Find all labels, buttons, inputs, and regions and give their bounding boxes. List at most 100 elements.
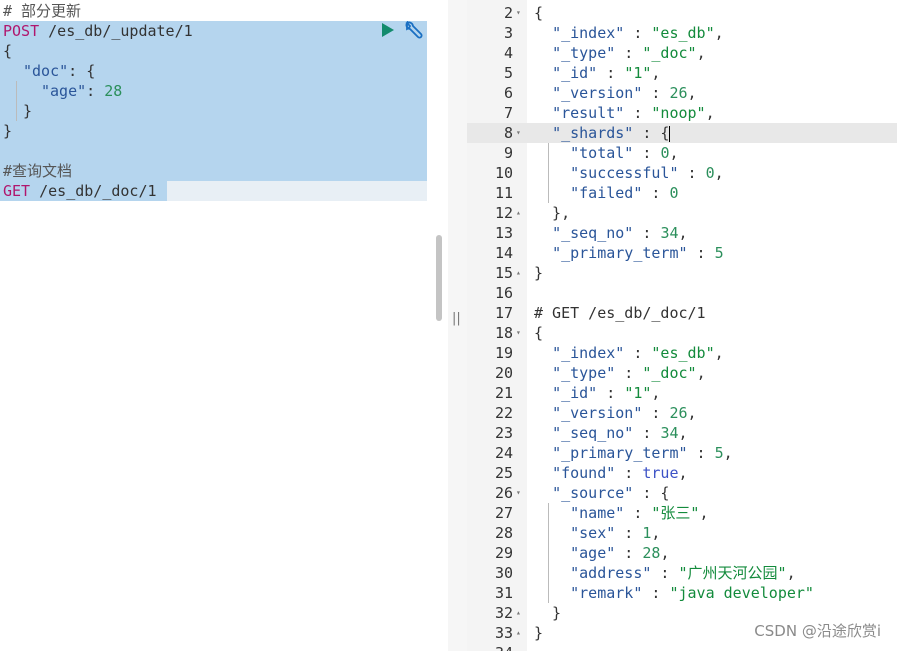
scrollbar[interactable] (436, 235, 442, 321)
code-line: "age": 28 (41, 81, 122, 101)
fold-collapse-icon[interactable]: ▾ (516, 323, 521, 343)
response-line: 25 "found" : true, (467, 463, 897, 483)
line-number: 25 (494, 464, 513, 482)
code-text: { (534, 324, 544, 342)
code-text: } (534, 264, 544, 282)
response-line: 6 "_version" : 26, (467, 83, 897, 103)
code-text: "total" : 0, (570, 144, 679, 162)
line-number: 9 (503, 144, 513, 162)
line-number: 24 (494, 444, 513, 462)
code-text: } (534, 604, 562, 622)
comment-line: #查询文档 (3, 162, 73, 180)
code-text: "remark" : "java developer" (570, 584, 814, 602)
json-punct: : { (68, 62, 96, 80)
request-line-post[interactable]: POST /es_db/_update/1 (3, 21, 193, 41)
line-number: 3 (503, 24, 513, 42)
line-number: 17 (494, 304, 513, 322)
request-line-get[interactable]: GET /es_db/_doc/1 (3, 181, 157, 201)
line-number: 13 (494, 224, 513, 242)
code-text: "_version" : 26, (552, 404, 697, 422)
line-number: 29 (494, 544, 513, 562)
request-editor[interactable]: # 部分更新 POST /es_db/_update/1 { "doc": { … (0, 0, 446, 651)
code-line: "doc": { (23, 61, 95, 81)
code-line: } (3, 122, 13, 140)
code-text: "_type" : "_doc", (552, 364, 706, 382)
line-number: 14 (494, 244, 513, 262)
indent-guide (548, 503, 549, 603)
code-text: "_shards" : { (552, 124, 671, 142)
indent-guide (16, 81, 17, 121)
fold-collapse-icon[interactable]: ▾ (516, 123, 521, 143)
line-number: 11 (494, 184, 513, 202)
code-text: "failed" : 0 (570, 184, 679, 202)
response-line: 30 "address" : "广州天河公园", (467, 563, 897, 583)
response-line: 19 "_index" : "es_db", (467, 343, 897, 363)
line-number: 26 (494, 484, 513, 502)
line-number: 33 (494, 624, 513, 642)
resize-handle-icon[interactable]: || (452, 311, 461, 326)
response-line: 7 "result" : "noop", (467, 103, 897, 123)
line-number: 12 (494, 204, 513, 222)
response-line: 18 ▾ { (467, 323, 897, 343)
line-number: 2 (503, 4, 513, 22)
code-text: "_primary_term" : 5 (552, 244, 724, 262)
response-line: 10 "successful" : 0, (467, 163, 897, 183)
code-text: "sex" : 1, (570, 524, 661, 542)
fold-expand-icon[interactable]: ▴ (516, 623, 521, 643)
response-line: 22 "_version" : 26, (467, 403, 897, 423)
code-text: }, (534, 204, 571, 222)
response-line: 17 # GET /es_db/_doc/1 (467, 303, 897, 323)
fold-expand-icon[interactable]: ▴ (516, 263, 521, 283)
code-text: "result" : "noop", (552, 104, 715, 122)
response-line: 26 ▾ "_source" : { (467, 483, 897, 503)
response-line: 3 "_index" : "es_db", (467, 23, 897, 43)
json-number: 28 (104, 82, 123, 100)
response-line: 15 ▴} (467, 263, 897, 283)
code-text: "_id" : "1", (552, 384, 661, 402)
response-line: 2 ▾ { (467, 3, 897, 23)
comment-line: # 部分更新 (3, 2, 82, 20)
response-line: 12 ▴ }, (467, 203, 897, 223)
fold-expand-icon[interactable]: ▴ (516, 203, 521, 223)
line-number: 8 (503, 124, 513, 142)
response-line: 27 "name" : "张三", (467, 503, 897, 523)
line-number: 31 (494, 584, 513, 602)
code-text: "address" : "广州天河公园", (570, 564, 796, 582)
code-text: "_index" : "es_db", (552, 344, 724, 362)
fold-collapse-icon[interactable]: ▾ (516, 3, 521, 23)
response-line: 8 ▾ "_shards" : { (467, 123, 897, 143)
request-path: /es_db/_doc/1 (39, 182, 157, 200)
response-line: 5 "_id" : "1", (467, 63, 897, 83)
line-number: 27 (494, 504, 513, 522)
play-icon[interactable] (382, 23, 394, 37)
line-number: 22 (494, 404, 513, 422)
code-line: { (3, 42, 13, 60)
line-number: 4 (503, 44, 513, 62)
response-line: 31 "remark" : "java developer" (467, 583, 897, 603)
fold-expand-icon[interactable]: ▴ (516, 603, 521, 623)
code-text: "_index" : "es_db", (552, 24, 724, 42)
code-text: "_source" : { (552, 484, 670, 502)
code-text: } (534, 624, 544, 642)
code-line: } (23, 102, 33, 120)
request-path: /es_db/_update/1 (48, 22, 193, 40)
watermark: CSDN @沿途欣赏i (754, 622, 881, 640)
response-line: 13 "_seq_no" : 34, (467, 223, 897, 243)
response-viewer[interactable]: 2 ▾{3 "_index" : "es_db", 4 "_type" : "_do… (467, 0, 897, 651)
line-number: 20 (494, 364, 513, 382)
json-key: "doc" (23, 62, 69, 80)
line-number: 5 (503, 64, 513, 82)
response-line: 21 "_id" : "1", (467, 383, 897, 403)
code-text: # GET /es_db/_doc/1 (534, 304, 706, 322)
code-text: "name" : "张三", (570, 504, 709, 522)
wrench-icon[interactable] (403, 21, 425, 41)
fold-collapse-icon[interactable]: ▾ (516, 483, 521, 503)
response-line: 4 "_type" : "_doc", (467, 43, 897, 63)
line-number: 18 (494, 324, 513, 342)
response-line: 28 "sex" : 1, (467, 523, 897, 543)
code-text: "_id" : "1", (552, 64, 661, 82)
line-number: 34 (467, 643, 513, 651)
text-cursor (669, 125, 671, 142)
response-line: 20 "_type" : "_doc", (467, 363, 897, 383)
code-text: "found" : true, (552, 464, 688, 482)
